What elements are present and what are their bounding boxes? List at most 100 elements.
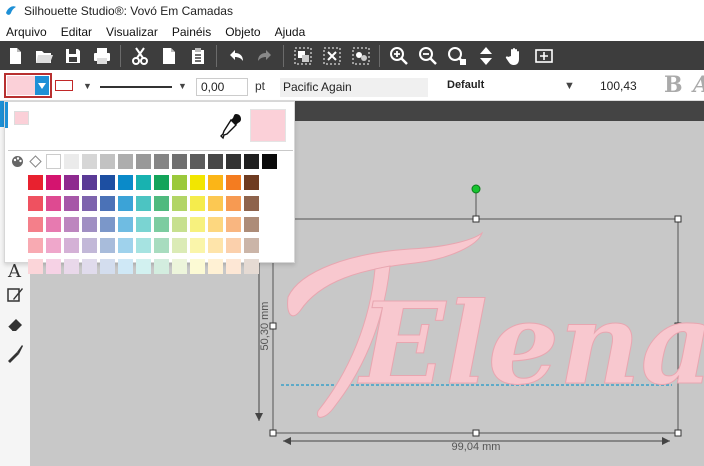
color-swatch[interactable]: [154, 238, 169, 253]
eraser-tool[interactable]: [5, 314, 25, 334]
resize-handle[interactable]: [674, 429, 682, 437]
resize-handle[interactable]: [674, 215, 682, 223]
color-swatch[interactable]: [82, 154, 97, 169]
color-swatch[interactable]: [190, 196, 205, 211]
font-size-field[interactable]: 100,43: [600, 79, 637, 93]
color-swatch[interactable]: [190, 154, 205, 169]
color-swatch[interactable]: [118, 238, 133, 253]
line-width-input[interactable]: 0,00: [196, 78, 248, 96]
color-swatch[interactable]: [28, 175, 43, 190]
fill-color-button[interactable]: [4, 73, 52, 98]
color-swatch[interactable]: [226, 217, 241, 232]
new-button[interactable]: [0, 41, 29, 70]
group-button[interactable]: [288, 41, 317, 70]
open-button[interactable]: [29, 41, 58, 70]
color-swatch[interactable]: [28, 259, 43, 274]
color-swatch[interactable]: [208, 238, 223, 253]
color-swatch[interactable]: [82, 196, 97, 211]
design-text[interactable]: Elena: [357, 279, 704, 411]
color-swatch[interactable]: [28, 238, 43, 253]
color-swatch[interactable]: [118, 196, 133, 211]
color-swatch[interactable]: [208, 175, 223, 190]
color-swatch[interactable]: [64, 175, 79, 190]
color-swatch[interactable]: [190, 259, 205, 274]
rotation-handle[interactable]: [471, 184, 481, 194]
color-swatch[interactable]: [136, 196, 151, 211]
resize-handle[interactable]: [472, 429, 480, 437]
color-swatch[interactable]: [46, 175, 61, 190]
paste-button[interactable]: [183, 41, 212, 70]
save-button[interactable]: [58, 41, 87, 70]
menu-editar[interactable]: Editar: [54, 25, 99, 39]
move-button[interactable]: [471, 41, 500, 70]
redo-button[interactable]: [250, 41, 279, 70]
color-swatch[interactable]: [136, 217, 151, 232]
pan-button[interactable]: [500, 41, 529, 70]
menu-objeto[interactable]: Objeto: [218, 25, 267, 39]
zoom-in-button[interactable]: [384, 41, 413, 70]
color-swatch[interactable]: [172, 217, 187, 232]
line-color-button[interactable]: [55, 80, 73, 91]
color-swatch[interactable]: [154, 217, 169, 232]
resize-handle[interactable]: [472, 215, 480, 223]
italic-button[interactable]: A: [693, 72, 704, 98]
color-swatch[interactable]: [208, 259, 223, 274]
fill-dropdown-button[interactable]: [35, 76, 49, 95]
color-swatch[interactable]: [244, 175, 259, 190]
color-swatch[interactable]: [244, 196, 259, 211]
color-swatch[interactable]: [190, 217, 205, 232]
color-swatch[interactable]: [46, 196, 61, 211]
color-swatch[interactable]: [190, 238, 205, 253]
menu-paineis[interactable]: Painéis: [165, 25, 218, 39]
color-swatch[interactable]: [244, 154, 259, 169]
color-swatch[interactable]: [172, 238, 187, 253]
menu-ajuda[interactable]: Ajuda: [268, 25, 313, 39]
menu-visualizar[interactable]: Visualizar: [99, 25, 165, 39]
color-swatch[interactable]: [226, 238, 241, 253]
fit-page-button[interactable]: [529, 41, 558, 70]
color-swatch[interactable]: [136, 154, 151, 169]
line-style-dropdown-icon[interactable]: ▼: [178, 81, 187, 91]
color-swatch[interactable]: [100, 259, 115, 274]
zoom-out-button[interactable]: [413, 41, 442, 70]
bold-button[interactable]: B: [664, 72, 683, 98]
color-swatch[interactable]: [154, 259, 169, 274]
menu-arquivo[interactable]: Arquivo: [0, 25, 54, 39]
color-swatch[interactable]: [136, 175, 151, 190]
font-name-field[interactable]: Pacific Again: [280, 78, 428, 97]
color-swatch[interactable]: [154, 154, 169, 169]
color-swatch[interactable]: [136, 238, 151, 253]
color-swatch[interactable]: [46, 154, 61, 169]
color-swatch[interactable]: [208, 196, 223, 211]
color-swatch[interactable]: [190, 175, 205, 190]
color-swatch[interactable]: [118, 154, 133, 169]
color-swatch[interactable]: [172, 154, 187, 169]
color-swatch[interactable]: [172, 196, 187, 211]
line-style-preview[interactable]: [100, 86, 172, 88]
color-swatch[interactable]: [82, 217, 97, 232]
copy-button[interactable]: [154, 41, 183, 70]
color-swatch[interactable]: [172, 175, 187, 190]
color-swatch[interactable]: [100, 154, 115, 169]
color-swatch[interactable]: [64, 154, 79, 169]
color-swatch[interactable]: [172, 259, 187, 274]
color-swatch[interactable]: [226, 154, 241, 169]
color-swatch[interactable]: [100, 196, 115, 211]
color-swatch[interactable]: [46, 217, 61, 232]
color-swatch[interactable]: [118, 175, 133, 190]
color-swatch[interactable]: [262, 154, 277, 169]
color-swatch[interactable]: [82, 259, 97, 274]
color-swatch[interactable]: [118, 217, 133, 232]
color-swatch[interactable]: [100, 217, 115, 232]
color-swatch[interactable]: [100, 238, 115, 253]
print-button[interactable]: [87, 41, 116, 70]
color-swatch[interactable]: [226, 196, 241, 211]
color-swatch[interactable]: [82, 238, 97, 253]
color-swatch[interactable]: [82, 175, 97, 190]
color-swatch[interactable]: [208, 154, 223, 169]
eyedropper-icon[interactable]: [219, 112, 243, 140]
no-fill-icon[interactable]: [28, 154, 43, 169]
sketch-tool[interactable]: [5, 285, 25, 305]
resize-handle[interactable]: [269, 429, 277, 437]
knife-tool[interactable]: [5, 343, 25, 363]
